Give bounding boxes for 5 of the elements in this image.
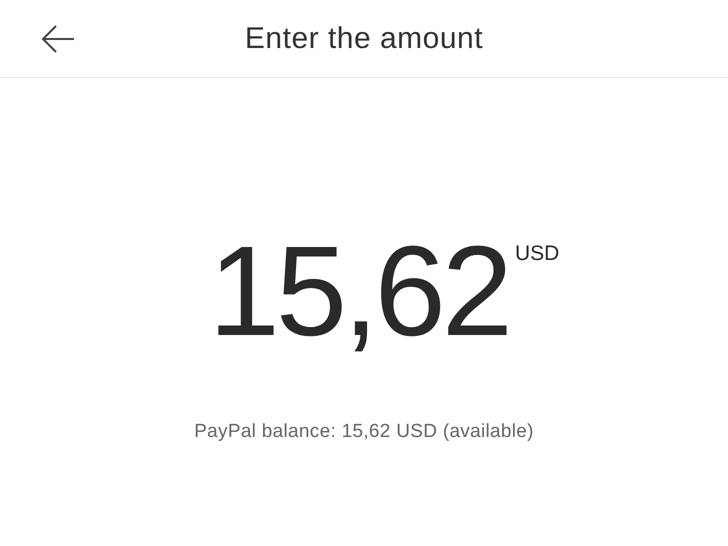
amount-value: 15,62 xyxy=(208,228,509,356)
currency-label: USD xyxy=(514,241,560,267)
page-title: Enter the amount xyxy=(244,21,484,57)
back-arrow-icon xyxy=(41,25,75,53)
balance-text: PayPal balance: 15,62 USD (available) xyxy=(194,420,534,444)
